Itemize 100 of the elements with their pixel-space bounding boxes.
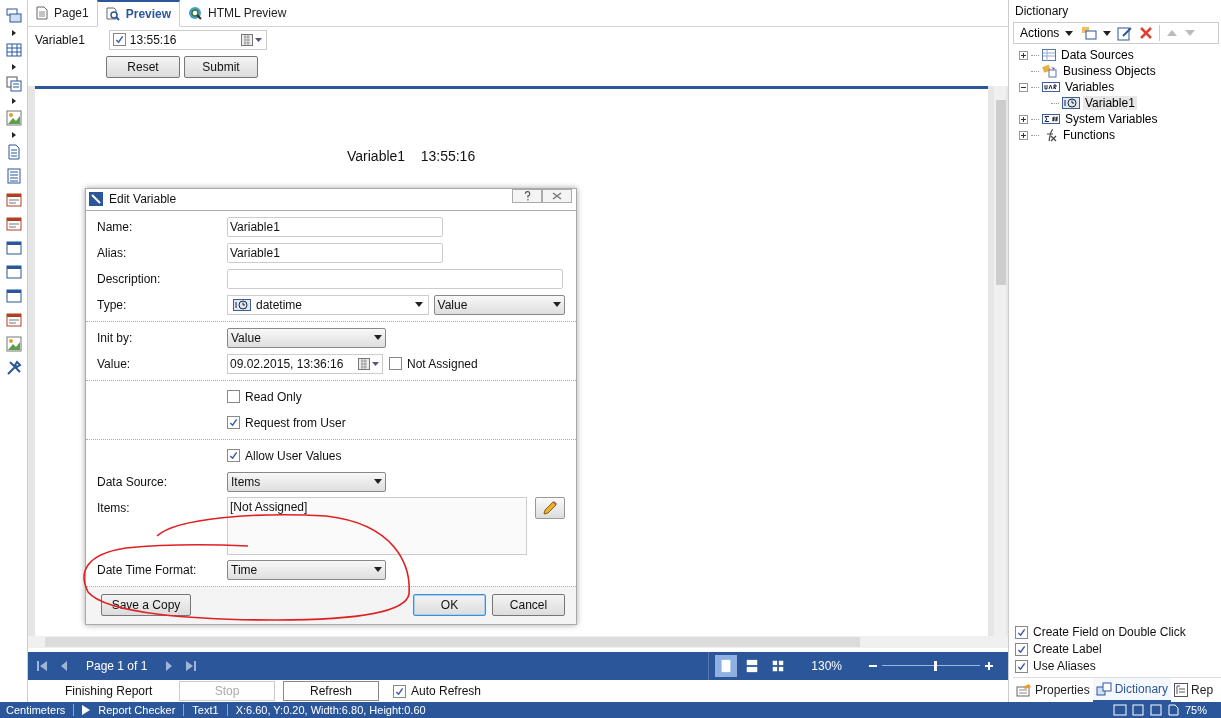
actions-menu[interactable]: Actions: [1018, 26, 1076, 40]
items-list[interactable]: [Not Assigned]: [227, 496, 528, 555]
expand-arrow-icon[interactable]: [11, 98, 16, 104]
tools-icon[interactable]: [5, 360, 22, 376]
expand-arrow-icon[interactable]: [11, 132, 16, 138]
parameter-label: Variable1: [35, 32, 85, 47]
expand-arrow-icon[interactable]: [11, 30, 16, 36]
caret-icon: [1065, 30, 1074, 36]
form-button[interactable]: Submit: [184, 56, 258, 79]
text-box-icon[interactable]: [5, 192, 22, 208]
text-field[interactable]: Variable1: [227, 242, 443, 263]
checkbox[interactable]: [1015, 642, 1028, 656]
text-box-icon[interactable]: [5, 312, 22, 328]
dialog-button[interactable]: Save a Copy: [101, 594, 191, 617]
date-field[interactable]: 09.02.2015, 13:36:16: [227, 353, 383, 374]
dropdown[interactable]: Value: [227, 327, 386, 348]
field-label: Description:: [97, 271, 162, 286]
edit-icon[interactable]: [1117, 25, 1134, 41]
image-icon[interactable]: [5, 336, 22, 352]
expand-arrow-icon[interactable]: [11, 64, 16, 70]
dropdown[interactable]: Time: [227, 559, 386, 580]
mode-dropdown[interactable]: Value: [433, 294, 565, 315]
tree-item[interactable]: Variable1: [1083, 96, 1137, 110]
tree-item[interactable]: System Variables: [1063, 112, 1160, 126]
tab[interactable]: HTML Preview: [180, 0, 295, 26]
text-box-icon[interactable]: [5, 216, 22, 232]
copy-icon[interactable]: [5, 76, 22, 92]
help-button[interactable]: [512, 189, 542, 203]
vertical-scrollbar[interactable]: [994, 86, 1006, 636]
panel-icon[interactable]: [5, 240, 22, 256]
checkbox-label: Request from User: [245, 415, 346, 430]
tab[interactable]: Preview: [96, 0, 181, 27]
page-indicator: Page 1 of 1: [86, 659, 148, 673]
panel-icon[interactable]: [5, 264, 22, 280]
checkbox-label: Not Assigned: [407, 356, 478, 371]
first-page-icon[interactable]: [36, 660, 48, 672]
checkbox[interactable]: [1015, 625, 1028, 639]
edit-button[interactable]: [535, 496, 565, 519]
table-icon[interactable]: [5, 42, 22, 58]
checkbox[interactable]: [227, 390, 240, 404]
parameter-field[interactable]: 13:55:16: [108, 29, 267, 50]
field-label: Type:: [97, 297, 128, 312]
expand-icon[interactable]: [1019, 114, 1028, 124]
delete-icon[interactable]: [1139, 26, 1154, 40]
dialog-button[interactable]: Cancel: [492, 594, 565, 617]
caret-icon: [374, 479, 382, 485]
new-item-icon[interactable]: [1081, 26, 1098, 40]
dictionary-icon: [1095, 682, 1112, 696]
calendar-icon[interactable]: [358, 357, 380, 370]
panel-icon[interactable]: [5, 288, 22, 304]
progress-button[interactable]: Refresh: [283, 681, 379, 701]
form-button[interactable]: Reset: [106, 56, 180, 79]
panel-tab[interactable]: Properties: [1013, 678, 1093, 702]
field-label: Name:: [97, 219, 134, 234]
view-mode-button[interactable]: [715, 655, 738, 677]
checkbox[interactable]: [389, 357, 402, 371]
dialog-button[interactable]: OK: [413, 594, 486, 617]
tree-item[interactable]: Variables: [1063, 80, 1117, 94]
checkbox[interactable]: [1015, 659, 1028, 673]
band-icon[interactable]: [5, 8, 22, 24]
text-field[interactable]: [227, 268, 563, 289]
report-checker-button[interactable]: Report Checker: [98, 704, 176, 716]
field-label: Items:: [97, 499, 131, 515]
checkbox[interactable]: [227, 449, 240, 463]
tree-item[interactable]: Data Sources: [1059, 48, 1136, 62]
calendar-icon[interactable]: [240, 33, 263, 46]
text-field[interactable]: Variable1: [227, 216, 443, 237]
page-view-icons[interactable]: [1112, 704, 1179, 716]
expand-icon[interactable]: [1019, 130, 1028, 140]
field-label: Date Time Format:: [97, 562, 198, 577]
tab[interactable]: Page1: [28, 0, 97, 26]
caret-icon: [374, 567, 382, 573]
page-icon[interactable]: [5, 144, 22, 160]
type-dropdown[interactable]: datetime: [227, 294, 429, 315]
checkbox-label: Create Label: [1033, 642, 1102, 656]
data-table-icon: [1042, 49, 1056, 61]
dropdown[interactable]: Items: [227, 471, 386, 492]
last-page-icon[interactable]: [185, 660, 198, 672]
checkbox-label: Use Aliases: [1033, 659, 1096, 673]
panel-tab[interactable]: Dictionary: [1092, 678, 1172, 702]
unit-selector[interactable]: Centimeters: [6, 704, 66, 716]
field-label: Data Source:: [97, 474, 169, 489]
tree-item[interactable]: Functions: [1061, 128, 1118, 142]
checkbox[interactable]: [393, 684, 406, 698]
checkbox[interactable]: [227, 416, 240, 430]
zoom-value: 130%: [811, 659, 842, 673]
image-icon[interactable]: [5, 110, 22, 126]
zoom-slider[interactable]: [882, 661, 980, 671]
close-button[interactable]: [542, 189, 572, 203]
horizontal-scrollbar[interactable]: [28, 636, 1008, 648]
panel-tab[interactable]: Rep: [1171, 678, 1217, 702]
tree-list-icon: [1174, 683, 1189, 697]
collapse-icon[interactable]: [1019, 82, 1028, 92]
checkbox[interactable]: [112, 33, 126, 47]
clock-icon: [1062, 97, 1080, 109]
zoom-in-icon[interactable]: [984, 661, 994, 671]
dialog-title: Edit Variable: [109, 192, 177, 207]
expand-icon[interactable]: [1019, 50, 1028, 60]
tree-item[interactable]: Business Objects: [1061, 64, 1158, 78]
panel-title: Dictionary: [1015, 4, 1069, 18]
